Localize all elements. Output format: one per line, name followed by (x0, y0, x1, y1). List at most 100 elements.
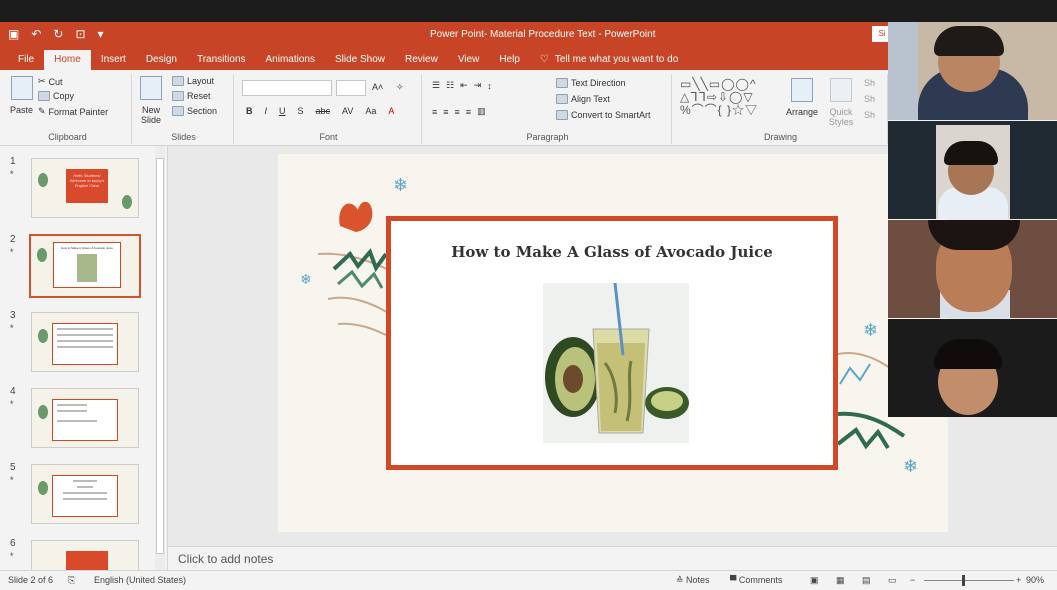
tab-home[interactable]: Home (44, 50, 91, 70)
new-slide-button[interactable]: New Slide (138, 76, 164, 125)
foliage-decoration (38, 481, 48, 495)
undo-icon[interactable]: ↶ (31, 27, 41, 41)
slides-group: New Slide Layout Reset Section Slides (134, 74, 234, 144)
slide-sorter-icon[interactable]: ▦ (836, 575, 845, 586)
bullets-icon[interactable]: ☰ (432, 80, 440, 91)
font-grow-button[interactable]: A˄ (372, 82, 383, 92)
justify-icon[interactable]: ≡ (466, 107, 471, 117)
avocado-juice-image[interactable] (543, 283, 689, 443)
shape-effects-button[interactable]: Sh (864, 110, 875, 120)
thumbnail-row[interactable]: 5 * (0, 462, 160, 524)
change-case-button[interactable]: Aa (365, 106, 376, 116)
align-center-icon[interactable]: ≡ (443, 107, 448, 117)
thumbnail-row[interactable]: 1 * Hello Students! Welcome to today's E… (0, 156, 160, 218)
paste-button[interactable]: Paste (10, 76, 33, 115)
section-button[interactable]: Section (172, 106, 217, 116)
zoom-in-icon[interactable]: + (1016, 575, 1021, 585)
slide-thumbnail[interactable]: Hello Students! Welcome to today's Engli… (31, 158, 139, 218)
cut-button[interactable]: ✂ Cut (38, 76, 63, 87)
shadow-button[interactable]: S (298, 106, 304, 116)
font-size-combo[interactable] (336, 80, 366, 96)
notes-pane[interactable]: Click to add notes (168, 546, 1057, 570)
font-color-button[interactable]: A (388, 106, 394, 116)
video-tile[interactable] (888, 22, 1057, 120)
normal-view-icon[interactable]: ▣ (810, 575, 819, 586)
tab-design[interactable]: Design (136, 54, 187, 70)
slide-thumbnail[interactable] (31, 312, 139, 372)
indent-icon[interactable]: ⇤ (460, 80, 468, 91)
align-right-icon[interactable]: ≡ (455, 107, 460, 117)
slide-thumbnail-selected[interactable]: How to Make A Glass of Avocado Juice (29, 234, 141, 298)
tab-file[interactable]: File (8, 54, 44, 70)
start-slideshow-icon[interactable]: ⊡ (75, 27, 85, 41)
font-name-combo[interactable] (242, 80, 332, 96)
slide-thumbnail[interactable] (31, 464, 139, 524)
text-direction-button[interactable]: Text Direction (556, 78, 626, 88)
video-tile[interactable] (888, 121, 1057, 219)
save-icon[interactable]: ▣ (8, 27, 19, 41)
tell-me-text: Tell me what you want to do (554, 54, 679, 65)
zoom-level[interactable]: 90% (1026, 575, 1044, 585)
reset-button[interactable]: Reset (172, 91, 211, 101)
qat-customize-icon[interactable]: ▾ (98, 27, 104, 41)
slide-thumbnail[interactable] (31, 388, 139, 448)
language-indicator[interactable]: English (United States) (94, 575, 186, 585)
current-slide[interactable]: ❄ ❄ ❄ ❄ How to Make A Glass of Avocado J… (278, 154, 948, 532)
zoom-slider-thumb[interactable] (962, 575, 965, 586)
convert-smartart-button[interactable]: Convert to SmartArt (556, 110, 651, 120)
tab-transitions[interactable]: Transitions (187, 54, 256, 70)
slideshow-view-icon[interactable]: ▭ (888, 575, 897, 586)
outdent-icon[interactable]: ⇥ (474, 80, 482, 91)
scrollbar-thumb[interactable] (156, 158, 164, 554)
line-spacing-icon[interactable]: ↕ (487, 81, 492, 91)
comments-button[interactable]: ▀ Comments (730, 575, 782, 585)
underline-button[interactable]: U (279, 106, 286, 116)
video-tile[interactable] (888, 319, 1057, 417)
zoom-slider[interactable] (924, 580, 1014, 581)
shapes-gallery[interactable]: ▭╲╲▭◯◯^ △ᒣᒣ⇨⇩◯▽ %⌒⌒{ }☆▽ (680, 78, 758, 117)
thumbnail-row[interactable]: 3 * (0, 310, 160, 372)
reading-view-icon[interactable]: ▤ (862, 575, 871, 586)
tell-me-box[interactable]: ♡ Tell me what you want to do (530, 54, 688, 70)
tab-help[interactable]: Help (489, 54, 530, 70)
clear-format-button[interactable]: ✧ (396, 82, 404, 93)
layout-button[interactable]: Layout (172, 76, 214, 86)
redo-icon[interactable]: ↻ (53, 27, 63, 41)
foliage-decoration (122, 195, 132, 209)
brush-icon: ✎ (38, 106, 46, 116)
columns-icon[interactable]: ▥ (477, 106, 486, 117)
quick-styles-button[interactable]: Quick Styles (824, 78, 858, 127)
slide-title[interactable]: How to Make A Glass of Avocado Juice (391, 243, 833, 261)
accessibility-icon[interactable]: ⎘ (68, 575, 75, 586)
slides-label: Slides (171, 132, 196, 142)
italic-button[interactable]: I (265, 106, 268, 116)
tab-animations[interactable]: Animations (256, 54, 325, 70)
thumbnail-row[interactable]: 6 * (0, 538, 160, 570)
char-spacing-button[interactable]: AV (342, 106, 353, 116)
video-tile[interactable] (888, 220, 1057, 318)
tab-view[interactable]: View (448, 54, 490, 70)
tab-slide-show[interactable]: Slide Show (325, 54, 395, 70)
shape-fill-button[interactable]: Sh (864, 78, 875, 88)
thumbnail-row[interactable]: 4 * (0, 386, 160, 448)
shape-outline-button[interactable]: Sh (864, 94, 875, 104)
zoom-out-icon[interactable]: − (910, 575, 915, 585)
notes-placeholder[interactable]: Click to add notes (178, 552, 273, 566)
bold-button[interactable]: B (246, 106, 253, 116)
thumbnail-row[interactable]: 2 * How to Make A Glass of Avocado Juice (0, 234, 160, 298)
thumbnails-scrollbar[interactable] (155, 146, 165, 570)
content-frame[interactable]: How to Make A Glass of Avocado Juice (386, 216, 838, 470)
align-left-icon[interactable]: ≡ (432, 107, 437, 117)
tab-review[interactable]: Review (395, 54, 448, 70)
copy-button[interactable]: Copy (38, 91, 74, 101)
numbering-icon[interactable]: ☷ (446, 80, 454, 91)
svg-text:❄: ❄ (903, 456, 918, 477)
tab-insert[interactable]: Insert (91, 54, 136, 70)
notes-button[interactable]: ≙ Notes (676, 575, 710, 586)
strikethrough-button[interactable]: abc (316, 106, 331, 116)
format-painter-button[interactable]: ✎ Format Painter (38, 106, 108, 117)
arrange-button[interactable]: Arrange (786, 78, 818, 117)
align-text-button[interactable]: Align Text (556, 94, 610, 104)
notes-icon: ≙ (676, 575, 687, 585)
slide-thumbnail[interactable] (31, 540, 139, 570)
